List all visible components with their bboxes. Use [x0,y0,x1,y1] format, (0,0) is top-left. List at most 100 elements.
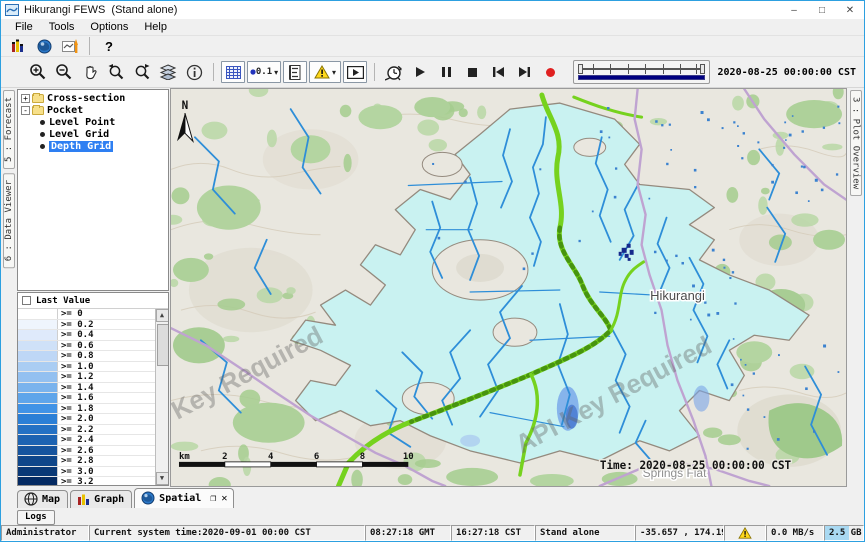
legend-row: >= 2.4 [18,435,155,446]
scrollbar-thumb[interactable] [156,322,169,472]
info-button[interactable] [182,61,206,83]
bullet-icon [40,132,45,137]
legend-row: >= 0.6 [18,341,155,352]
zoom-in-button[interactable] [26,61,50,83]
close-button[interactable]: ✕ [836,1,864,19]
map-time-label: Time: 2020-08-25 00:00:00 CST [600,459,792,472]
tab-spatial[interactable]: Spatial ❐ ✕ [134,488,234,508]
info-icon [186,64,203,81]
tree-leaf-level-grid[interactable]: Level Grid [20,128,168,140]
svg-text:4: 4 [268,452,274,462]
timeseries-dialog-button[interactable] [58,35,82,57]
pan-button[interactable] [78,61,102,83]
tree-leaf-level-point[interactable]: Level Point [20,116,168,128]
legend-classes: >= 0 >= 0.2 >= 0.4 [18,309,155,485]
minimize-button[interactable]: – [780,1,808,19]
play-button[interactable] [408,61,432,83]
toolbar-separator [374,63,375,81]
logs-button[interactable]: Logs [17,510,55,525]
status-bar: Administrator Current system time:2020-0… [1,525,864,541]
explorer-button[interactable] [6,35,30,57]
skip-start-icon [492,66,505,78]
menu-item[interactable]: File [7,20,41,35]
legend-swatch [18,425,58,435]
scroll-down-icon[interactable]: ▼ [156,472,169,485]
status-warning[interactable] [724,525,766,541]
logs-bar: Logs [1,508,864,526]
town-label: Hikurangi [650,288,705,303]
hand-icon [81,63,99,81]
menu-item[interactable]: Options [82,20,136,35]
app-window: Hikurangi FEWS (Stand alone) – □ ✕ FileT… [0,0,865,542]
time-slider-range-bar[interactable] [578,75,705,80]
time-slider-end-handle[interactable] [700,64,705,74]
menu-item[interactable]: Help [136,20,175,35]
spatial-map[interactable]: API Key Required API Key Required Hikura… [170,88,847,487]
expand-icon[interactable]: + [21,94,30,103]
legend-ruler-icon [289,65,301,80]
scroll-up-icon[interactable]: ▲ [156,309,169,322]
maximize-button[interactable]: □ [808,1,836,19]
stop-icon [467,67,478,78]
right-dock-strip: 3 : Plot Overview [847,88,864,487]
legend-row: >= 2.8 [18,456,155,467]
tree-node-pocket[interactable]: - Pocket [20,104,168,116]
zoom-previous-button[interactable] [104,61,128,83]
tab-close-icon[interactable]: ✕ [221,493,227,504]
layers-button[interactable] [156,61,180,83]
tab-graph[interactable]: Graph [70,490,132,508]
tree-leaf-depth-grid[interactable]: Depth Grid [20,140,168,152]
legend-scrollbar[interactable]: ▲ ▼ [155,309,168,485]
svg-text:km: km [179,452,190,462]
status-local-time: 16:27:18 CST [451,525,535,541]
legend-row: >= 1.0 [18,362,155,373]
animation-button[interactable] [343,61,367,83]
tab-maximize-icon[interactable]: ❐ [210,493,216,504]
step-back-button[interactable] [486,61,510,83]
time-slider-start-handle[interactable] [578,64,583,74]
toolbar-separator [213,63,214,81]
chevron-down-icon: ▾ [332,68,336,77]
tab-map[interactable]: Map [17,490,68,508]
legend-row: >= 2.2 [18,425,155,436]
legend-swatch [18,404,58,414]
zoom-next-button[interactable] [130,61,154,83]
tab-plot-overview[interactable]: 3 : Plot Overview [850,90,862,196]
legend-swatch [18,362,58,372]
left-dock-strip: 5 : Forecast 6 : Data Viewer [1,88,17,487]
help-button[interactable]: ? [97,35,121,57]
tree-node-cross-section[interactable]: + Cross-section [20,92,168,104]
last-value-checkbox[interactable] [22,296,31,305]
tab-data-viewer[interactable]: 6 : Data Viewer [3,173,15,268]
grid-icon [226,66,241,79]
play-icon [414,66,426,78]
chevron-down-icon: ▾ [274,68,278,77]
legend-swatch [18,351,58,361]
menu-item[interactable]: Tools [41,20,83,35]
animation-settings-button[interactable] [382,61,406,83]
legend-swatch [18,309,58,319]
stop-button[interactable] [460,61,484,83]
tab-forecast[interactable]: 5 : Forecast [3,90,15,169]
legend-swatch [18,330,58,340]
status-download-speed: 0.0 MB/s [766,525,824,541]
chart-up-arrow-icon [62,39,79,54]
map-legend-button[interactable] [283,61,307,83]
window-title: Hikurangi FEWS (Stand alone) [24,4,780,16]
map-display-button[interactable] [32,35,56,57]
thresholds-dropdown[interactable]: ▾ [309,61,341,83]
step-forward-button[interactable] [512,61,536,83]
zoom-out-button[interactable] [52,61,76,83]
point-size-dropdown[interactable]: 0.1 ▾ [247,61,281,83]
legend-swatch [18,383,58,393]
bottom-tab-bar: Map Graph Spatial ❐ ✕ [1,487,864,508]
time-slider[interactable] [573,60,710,84]
legend-swatch [18,435,58,445]
legend-swatch [18,393,58,403]
pause-button[interactable] [434,61,458,83]
legend-row: >= 0.8 [18,351,155,362]
grid-display-button[interactable] [221,61,245,83]
record-button[interactable] [538,61,562,83]
toolbar-separator [89,37,90,55]
collapse-icon[interactable]: - [21,106,30,115]
